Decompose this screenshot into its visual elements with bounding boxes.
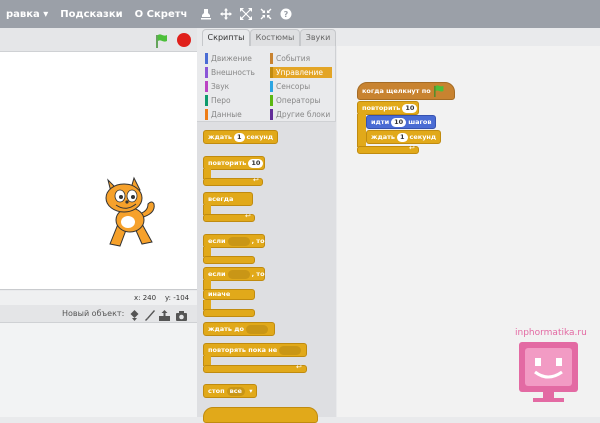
palette-blocks: ждать 1 секунд повторить 10 ↩ всегда ↩ если… bbox=[197, 121, 336, 423]
loop-arrow-icon: ↩ bbox=[253, 176, 259, 184]
toolbar: ? bbox=[199, 7, 293, 21]
when-flag-clicked-block[interactable]: когда щелкнут по bbox=[357, 82, 455, 100]
category-motion[interactable]: Движение bbox=[205, 53, 267, 64]
stop-button[interactable] bbox=[177, 33, 191, 47]
watermark-text: inphormatika.ru bbox=[515, 328, 587, 338]
paint-brush-icon[interactable] bbox=[143, 307, 156, 321]
y-coordinate: y: -104 bbox=[165, 294, 190, 302]
category-events[interactable]: События bbox=[270, 53, 332, 64]
category-sensing[interactable]: Сенсоры bbox=[270, 81, 332, 92]
coordinates-bar: x: 240 y: -104 bbox=[0, 291, 197, 305]
stage-canvas[interactable] bbox=[0, 52, 197, 290]
category-operators[interactable]: Операторы bbox=[270, 95, 332, 106]
script-repeat-stem bbox=[357, 114, 366, 147]
stop-block[interactable]: стоп все ▾ bbox=[203, 384, 258, 398]
sprite-list bbox=[0, 323, 197, 417]
upload-sprite-icon[interactable] bbox=[158, 307, 171, 321]
block-palette: Движение Внешность Звук Перо Данные Собы… bbox=[197, 46, 336, 423]
category-looks[interactable]: Внешность bbox=[205, 67, 267, 78]
repeat-block[interactable]: повторить 10 bbox=[203, 156, 265, 170]
menu-bar: равка ▾ Подсказки О Скретч ? bbox=[0, 0, 600, 28]
script-wait-block[interactable]: ждать 1 секунд bbox=[366, 130, 442, 144]
x-coordinate: x: 240 bbox=[134, 294, 157, 302]
tab-costumes[interactable]: Костюмы bbox=[250, 29, 300, 46]
site-logo bbox=[515, 340, 582, 404]
help-icon[interactable]: ? bbox=[279, 7, 293, 21]
if-block-foot bbox=[203, 256, 255, 264]
stamp-icon[interactable] bbox=[199, 7, 213, 21]
green-flag-icon bbox=[434, 85, 444, 97]
loop-arrow-icon: ↩ bbox=[245, 212, 251, 220]
cat-sprite[interactable] bbox=[98, 174, 160, 248]
new-object-label: Новый объект: bbox=[62, 309, 125, 318]
shrink-icon[interactable] bbox=[259, 7, 273, 21]
forever-block[interactable]: всегда bbox=[203, 192, 253, 206]
else-label-block: иначе bbox=[203, 289, 255, 300]
tab-sounds[interactable]: Звуки bbox=[300, 29, 336, 46]
category-more-blocks[interactable]: Другие блоки bbox=[270, 109, 332, 120]
if-then-block[interactable]: если, то bbox=[203, 234, 265, 248]
repeat-until-block[interactable]: повторять пока не bbox=[203, 343, 307, 357]
if-else-block[interactable]: если, то bbox=[203, 267, 265, 281]
tab-scripts[interactable]: Скрипты bbox=[202, 29, 250, 46]
repeat-until-foot bbox=[203, 365, 307, 373]
menu-edit[interactable]: равка ▾ bbox=[0, 9, 54, 20]
editor-tabs: Скрипты Костюмы Звуки bbox=[197, 28, 337, 46]
svg-text:?: ? bbox=[284, 10, 289, 19]
menu-tips[interactable]: Подсказки bbox=[54, 9, 128, 20]
category-pen[interactable]: Перо bbox=[205, 95, 267, 106]
grow-icon[interactable] bbox=[239, 7, 253, 21]
category-control[interactable]: Управление bbox=[270, 67, 332, 78]
wait-seconds-block[interactable]: ждать 1 секунд bbox=[203, 130, 279, 144]
choose-sprite-icon[interactable] bbox=[128, 307, 141, 321]
define-block-partial[interactable] bbox=[203, 407, 318, 423]
category-sound[interactable]: Звук bbox=[205, 81, 267, 92]
if-else-foot bbox=[203, 309, 255, 317]
script-move-block[interactable]: идти 10 шагов bbox=[366, 115, 437, 129]
loop-arrow-icon: ↩ bbox=[296, 363, 302, 371]
move-arrows-icon[interactable] bbox=[219, 7, 233, 21]
menu-about[interactable]: О Скретч bbox=[129, 9, 194, 20]
loop-arrow-icon: ↩ bbox=[409, 144, 415, 152]
green-flag-icon[interactable] bbox=[155, 33, 171, 48]
camera-icon[interactable] bbox=[175, 307, 188, 321]
stage-header bbox=[0, 28, 197, 52]
category-data[interactable]: Данные bbox=[205, 109, 267, 120]
wait-until-block[interactable]: ждать до bbox=[203, 322, 275, 336]
sprites-header: Новый объект: bbox=[0, 305, 197, 323]
script-repeat-block[interactable]: повторить 10 bbox=[357, 101, 419, 115]
scripts-area[interactable]: когда щелкнут по повторить 10 идти 10 шагов… bbox=[337, 46, 600, 417]
